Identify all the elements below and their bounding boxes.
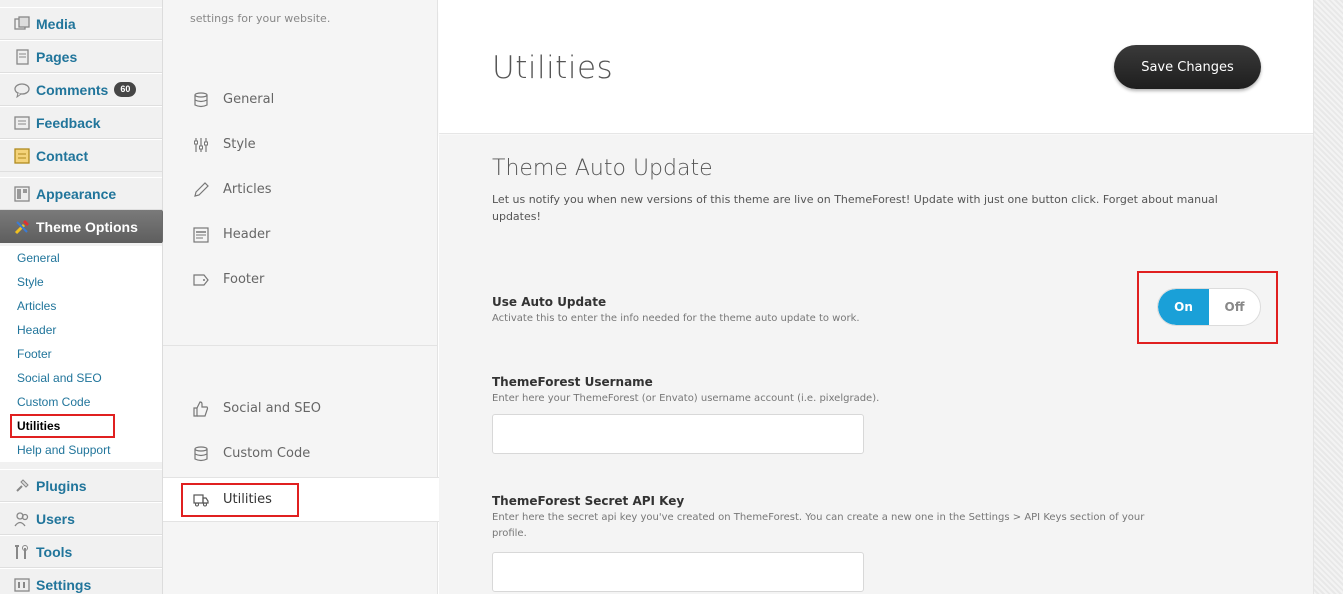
highlight-box-submenu — [10, 414, 115, 438]
menu-item-label: Pages — [36, 48, 78, 65]
theme-options-icon — [14, 219, 30, 235]
contact-icon — [14, 147, 30, 164]
menu-item-contact[interactable]: Contact — [0, 139, 162, 172]
menu-item-label: Comments — [36, 81, 109, 98]
scroll-gutter — [1313, 0, 1343, 594]
menu-item-media[interactable]: Media — [0, 7, 162, 40]
nav-item-label: Footer — [223, 272, 265, 287]
nav-intro-text: settings for your website. — [190, 12, 331, 25]
nav-item-label: Style — [223, 137, 256, 152]
admin-sidebar: Media Pages Comments 60 Feedback Contact… — [0, 0, 172, 594]
pages-icon — [14, 48, 30, 65]
comment-count-badge: 60 — [114, 82, 137, 97]
comments-icon — [14, 82, 30, 98]
section-description: Let us notify you when new versions of t… — [492, 193, 1218, 223]
pencil-icon — [193, 181, 209, 198]
settings-icon — [14, 577, 30, 593]
menu-item-label: Tools — [36, 543, 73, 560]
nav-item-label: Custom Code — [223, 446, 311, 461]
header-icon — [193, 226, 209, 243]
nav-item-header[interactable]: Header — [163, 212, 438, 257]
menu-item-settings[interactable]: Settings — [0, 568, 162, 594]
nav-item-footer[interactable]: Footer — [163, 257, 438, 302]
menu-item-theme-options[interactable]: Theme Options — [0, 210, 172, 243]
api-key-title: ThemeForest Secret API Key — [492, 494, 685, 508]
menu-item-users[interactable]: Users — [0, 502, 162, 535]
menu-item-label: Plugins — [36, 477, 87, 494]
feedback-icon — [14, 115, 30, 131]
options-panel: Theme Auto Update Let us notify you when… — [439, 135, 1313, 594]
menu-item-label: Appearance — [36, 185, 117, 202]
page-title: Utilities — [492, 50, 614, 86]
api-key-description: Enter here the secret api key you've cre… — [492, 512, 1145, 539]
menu-item-plugins[interactable]: Plugins — [0, 469, 162, 502]
tag-icon — [193, 272, 209, 288]
media-icon — [14, 15, 30, 32]
main-header: Utilities Save Changes — [439, 10, 1313, 134]
sliders-icon — [193, 137, 209, 153]
menu-item-label: Feedback — [36, 114, 101, 131]
menu-item-label: Contact — [36, 147, 89, 164]
username-description: Enter here your ThemeForest (or Envato) … — [492, 393, 880, 404]
nav-divider — [163, 345, 438, 346]
menu-item-feedback[interactable]: Feedback — [0, 106, 162, 139]
menu-item-label: Media — [36, 15, 76, 32]
nav-item-general[interactable]: General — [163, 77, 438, 122]
menu-item-pages[interactable]: Pages — [0, 40, 162, 73]
submenu-item-general[interactable]: General — [0, 246, 162, 270]
nav-item-social-seo[interactable]: Social and SEO — [163, 386, 438, 431]
menu-item-label: Theme Options — [36, 218, 138, 235]
nav-item-custom-code[interactable]: Custom Code — [163, 431, 438, 476]
auto-update-description: Activate this to enter the info needed f… — [492, 313, 860, 324]
submenu-item-help-support[interactable]: Help and Support — [0, 438, 162, 462]
auto-update-title: Use Auto Update — [492, 295, 607, 309]
nav-item-style[interactable]: Style — [163, 122, 438, 167]
submenu-item-articles[interactable]: Articles — [0, 294, 162, 318]
main-content: Utilities Save Changes Theme Auto Update… — [439, 0, 1313, 594]
database-icon — [193, 445, 209, 462]
submenu-item-custom-code[interactable]: Custom Code — [0, 390, 162, 414]
api-key-input[interactable] — [492, 552, 864, 592]
users-icon — [14, 511, 30, 527]
nav-item-articles[interactable]: Articles — [163, 167, 438, 212]
menu-item-tools[interactable]: Tools — [0, 535, 162, 568]
thumbs-up-icon — [193, 400, 209, 417]
plugins-icon — [14, 478, 30, 494]
submenu-item-social-seo[interactable]: Social and SEO — [0, 366, 162, 390]
submenu-item-header[interactable]: Header — [0, 318, 162, 342]
nav-item-label: Header — [223, 227, 271, 242]
menu-item-label: Users — [36, 510, 75, 527]
username-input[interactable] — [492, 414, 864, 454]
highlight-box-toggle — [1137, 271, 1278, 344]
nav-item-label: Social and SEO — [223, 401, 321, 416]
nav-item-label: General — [223, 92, 275, 107]
section-title: Theme Auto Update — [492, 156, 713, 181]
menu-item-appearance[interactable]: Appearance — [0, 177, 162, 210]
appearance-icon — [14, 185, 30, 202]
submenu-item-footer[interactable]: Footer — [0, 342, 162, 366]
save-changes-button[interactable]: Save Changes — [1114, 45, 1261, 89]
database-icon — [193, 91, 209, 108]
submenu-item-style[interactable]: Style — [0, 270, 162, 294]
tools-icon — [14, 544, 30, 560]
menu-item-label: Settings — [36, 576, 92, 593]
menu-item-comments[interactable]: Comments 60 — [0, 73, 162, 106]
username-title: ThemeForest Username — [492, 375, 653, 389]
highlight-box-nav — [181, 483, 299, 517]
nav-item-label: Articles — [223, 182, 272, 197]
